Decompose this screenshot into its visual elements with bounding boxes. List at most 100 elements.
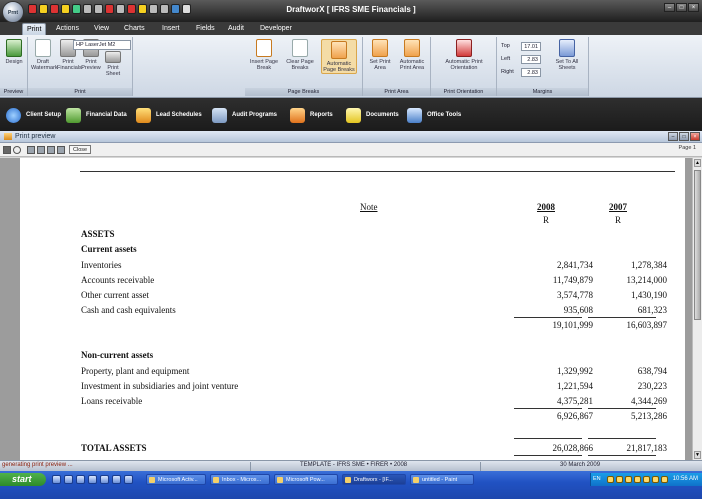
page-indicator: Page 1 (678, 145, 696, 151)
start-button[interactable]: start (0, 473, 46, 486)
taskbar-item-active[interactable]: Draftworx - [IF... (342, 474, 406, 485)
margin-top-field: Top 17.01 (501, 42, 541, 51)
margin-right-input[interactable]: 2.83 (521, 68, 541, 77)
status-separator (480, 462, 481, 471)
audit-programs-button[interactable]: Audit Programs (212, 107, 277, 123)
audit-programs-icon (212, 107, 227, 123)
page-number-input[interactable]: 1 (693, 145, 696, 151)
year-2007-header: 2007 (609, 202, 627, 212)
client-setup-icon (6, 107, 21, 123)
subtotal-rule (514, 317, 582, 318)
design-button[interactable]: Design (3, 39, 25, 65)
tab-view[interactable]: View (90, 23, 113, 35)
clear-page-breaks-button[interactable]: Clear Page Breaks (285, 39, 315, 71)
tray-icon[interactable] (607, 476, 614, 483)
close-preview-button[interactable]: Close (69, 145, 92, 154)
group-margins: Top 17.01 Left 2.83 Right 2.83 Set To Al… (497, 37, 589, 96)
set-to-all-sheets-button[interactable]: Set To All Sheets (549, 39, 585, 71)
set-print-area-button[interactable]: Set Print Area (367, 39, 393, 71)
application-orb-button[interactable]: Prnt (2, 1, 24, 23)
language-indicator[interactable]: EN (593, 473, 601, 486)
quick-launch (52, 475, 133, 484)
tray-icons (607, 476, 668, 483)
preview-maximize-button[interactable]: □ (679, 132, 689, 141)
tab-insert[interactable]: Insert (158, 23, 184, 35)
minimize-button[interactable]: – (664, 3, 675, 12)
quick-launch-icon[interactable] (88, 475, 97, 484)
preview-canvas: Note 2008 2007 R R ASSETS Current assets… (0, 158, 692, 460)
auto-print-area-icon (404, 39, 420, 57)
quick-launch-icon[interactable] (52, 475, 61, 484)
automatic-print-orientation-button[interactable]: Automatic Print Orientation (437, 39, 491, 71)
two-pages-icon[interactable] (37, 146, 45, 154)
financial-data-button[interactable]: Financial Data (66, 107, 127, 123)
taskbar-item[interactable]: Microsoft Activ... (146, 474, 206, 485)
group-label: Preview (0, 88, 27, 96)
printer-icon (105, 51, 121, 63)
margin-top-input[interactable]: 17.01 (521, 42, 541, 51)
group-print-orientation: Automatic Print Orientation Print Orient… (431, 37, 497, 96)
print-icon[interactable] (3, 146, 11, 154)
financial-data-icon (66, 107, 81, 123)
vertical-scrollbar[interactable]: ▲ ▼ (692, 158, 702, 460)
automatic-print-area-button[interactable]: Automatic Print Area (397, 39, 427, 71)
lead-schedules-icon (136, 107, 151, 123)
insert-page-break-button[interactable]: Insert Page Break (249, 39, 279, 71)
tray-icon[interactable] (634, 476, 641, 483)
lead-schedules-button[interactable]: Lead Schedules (136, 107, 202, 123)
tab-actions[interactable]: Actions (52, 23, 83, 35)
draft-watermark-button[interactable]: Draft Watermark (31, 39, 58, 71)
taskbar-item[interactable]: untitled - Paint (410, 474, 474, 485)
quick-launch-icon[interactable] (112, 475, 121, 484)
reports-button[interactable]: Reports (290, 107, 333, 123)
watermark-icon (35, 39, 51, 57)
clock[interactable]: 10:56 AM (673, 473, 698, 486)
documents-button[interactable]: Documents (346, 107, 399, 123)
printer-select[interactable]: HP LaserJet M2 (73, 40, 131, 50)
office-tools-button[interactable]: Office Tools (407, 107, 461, 123)
quick-launch-icon[interactable] (124, 475, 133, 484)
tray-icon[interactable] (616, 476, 623, 483)
group-print: Draft Watermark Print Financials Print P… (28, 37, 133, 96)
taskbar-item[interactable]: Microsoft Pow... (274, 474, 338, 485)
client-setup-button[interactable]: Client Setup (6, 107, 61, 123)
three-pages-icon[interactable] (47, 146, 55, 154)
margin-left-input[interactable]: 2.83 (521, 55, 541, 64)
noncurrent-assets-total-row: 6,926,867 5,213,286 (557, 411, 667, 421)
preview-minimize-button[interactable]: – (668, 132, 678, 141)
tab-audit[interactable]: Audit (224, 23, 248, 35)
quick-launch-icon[interactable] (100, 475, 109, 484)
zoom-icon[interactable] (13, 146, 21, 154)
tray-icon[interactable] (661, 476, 668, 483)
tab-fields[interactable]: Fields (192, 23, 219, 35)
print-sheet-button[interactable]: Print Sheet (103, 51, 123, 77)
group-preview: Design Preview (0, 37, 28, 96)
quick-launch-icon[interactable] (76, 475, 85, 484)
margin-right-field: Right 2.83 (501, 68, 541, 77)
maximize-button[interactable]: □ (676, 3, 687, 12)
sheets-icon (559, 39, 575, 57)
year-2008-header: 2008 (537, 202, 555, 212)
tray-icon[interactable] (625, 476, 632, 483)
quick-launch-icon[interactable] (64, 475, 73, 484)
four-pages-icon[interactable] (57, 146, 65, 154)
scrollbar-thumb[interactable] (694, 170, 701, 320)
assets-heading: ASSETS (81, 229, 115, 239)
tab-developer[interactable]: Developer (256, 23, 296, 35)
automatic-page-breaks-button[interactable]: Automatic Page Breaks (321, 39, 357, 74)
group-label: Print Area (363, 88, 430, 96)
tab-print[interactable]: Print (22, 23, 47, 35)
tab-charts[interactable]: Charts (120, 23, 149, 35)
module-toolbar: Client Setup Financial Data Lead Schedul… (0, 99, 702, 131)
page-break-icon (256, 39, 272, 57)
scroll-down-icon[interactable]: ▼ (694, 451, 701, 459)
taskbar-item[interactable]: Inbox - Micros... (210, 474, 270, 485)
system-tray: EN 10:56 AM (590, 473, 702, 486)
tray-icon[interactable] (643, 476, 650, 483)
tray-icon[interactable] (652, 476, 659, 483)
close-button[interactable]: × (688, 3, 699, 12)
one-page-icon[interactable] (27, 146, 35, 154)
scroll-up-icon[interactable]: ▲ (694, 159, 701, 167)
auto-page-break-icon (331, 41, 347, 59)
preview-close-button[interactable]: × (690, 132, 700, 141)
